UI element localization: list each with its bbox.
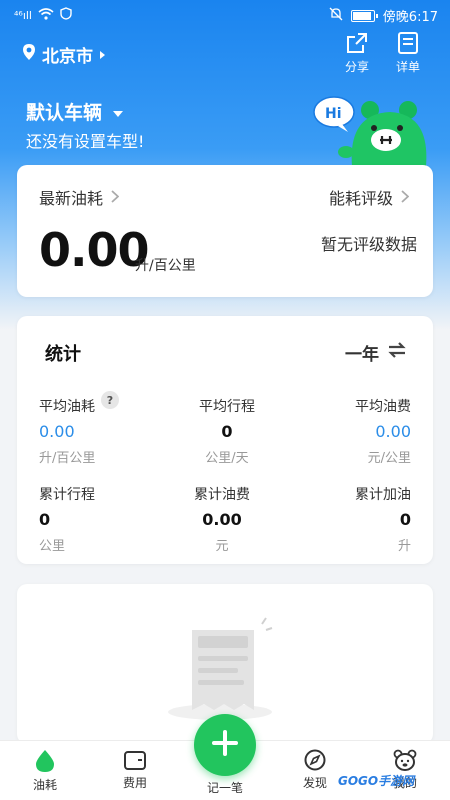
add-record-label[interactable]: 记一笔 [195, 779, 255, 796]
stat-unit: 升/百公里 [39, 451, 96, 466]
statistics-title: 统计 [45, 344, 81, 365]
wifi-icon [38, 7, 54, 24]
bear-face-icon [375, 749, 435, 771]
details-label: 详单 [395, 60, 420, 74]
caret-down-icon [112, 101, 124, 123]
stat-label: 平均行程 [199, 399, 255, 415]
tab-label: 发现 [302, 776, 327, 790]
share-icon [337, 32, 377, 54]
status-bar: ⁴⁶ıll 傍晚6:17 [0, 0, 450, 30]
fuel-consumption-card: 最新油耗 能耗评级 0.00 升/百公里 暂无评级数据 [17, 165, 433, 297]
chevron-right-icon [401, 188, 410, 207]
tab-label: 费用 [122, 776, 147, 790]
droplet-icon [15, 749, 75, 773]
caret-right-icon [99, 45, 106, 65]
stat-total-cost: 累计油费 0.00 元 [172, 484, 272, 554]
add-record-button[interactable] [194, 714, 256, 776]
swap-icon [387, 341, 407, 364]
energy-rating-link[interactable]: 能耗评级 [328, 185, 410, 209]
stat-unit: 公里/天 [205, 451, 249, 466]
stat-label: 平均油耗 [39, 399, 95, 415]
fuel-unit: 升/百公里 [135, 258, 196, 274]
details-icon [388, 32, 428, 54]
period-label: 一年 [345, 345, 379, 365]
chevron-right-icon [111, 188, 120, 207]
tab-label: 油耗 [32, 778, 57, 792]
city-selector[interactable]: 北京市 [22, 42, 106, 67]
stat-label: 累计加油 [355, 487, 411, 503]
watermark-logo: GOGO手游网 [338, 774, 415, 788]
clock-text: 傍晚6:17 [382, 10, 438, 25]
fuel-value: 0.00 [39, 223, 149, 277]
energy-rating-label: 能耗评级 [328, 189, 393, 208]
vehicle-subtitle[interactable]: 还没有设置车型! [26, 128, 144, 152]
details-button[interactable]: 详单 [388, 32, 428, 75]
plus-icon [211, 729, 239, 761]
stat-avg-fuel: 平均油耗 ? 0.00 升/百公里 [39, 391, 119, 466]
vehicle-selector[interactable]: 默认车辆 [26, 98, 124, 125]
location-pin-icon [22, 43, 36, 66]
stat-value: 0 [39, 510, 51, 529]
rating-value: 暂无评级数据 [320, 235, 417, 254]
stat-unit: 升 [397, 539, 411, 554]
battery-icon [350, 9, 378, 22]
help-icon[interactable]: ? [101, 391, 119, 409]
city-name: 北京市 [42, 47, 93, 67]
signal-icon: ⁴⁶ıll [14, 9, 32, 22]
stat-value: 0 [399, 510, 411, 529]
shield-icon [60, 7, 72, 24]
stat-label: 平均油费 [355, 399, 411, 415]
stat-avg-trip: 平均行程 0 公里/天 [177, 396, 277, 466]
tab-discover[interactable]: 发现 [285, 749, 345, 791]
latest-fuel-label: 最新油耗 [39, 189, 104, 208]
empty-receipt-icon [162, 614, 282, 724]
stat-value: 0.00 [375, 422, 411, 441]
stat-label: 累计行程 [39, 487, 95, 503]
stat-avg-cost: 平均油费 0.00 元/公里 [355, 396, 411, 466]
statistics-card: 统计 一年 平均油耗 ? 0.00 升/百公里 平均行程 0 公里/天 平均油费… [17, 316, 433, 564]
stat-total-trip: 累计行程 0 公里 [39, 484, 95, 554]
stat-total-fuel: 累计加油 0 升 [355, 484, 411, 554]
share-label: 分享 [344, 60, 369, 74]
compass-icon [285, 749, 345, 771]
vehicle-name: 默认车辆 [26, 102, 103, 124]
stat-value: 0.00 [39, 422, 75, 441]
stat-unit: 公里 [39, 539, 66, 554]
stat-unit: 元 [215, 539, 229, 554]
mute-icon [329, 7, 343, 25]
share-button[interactable]: 分享 [337, 32, 377, 75]
stat-value: 0 [221, 422, 233, 441]
latest-fuel-link[interactable]: 最新油耗 [39, 185, 120, 209]
mascot-hi-badge: Hi [325, 106, 342, 122]
mascot-bear-icon: Hi [312, 90, 432, 166]
period-switch[interactable]: 一年 [345, 340, 407, 365]
tab-expenses[interactable]: 费用 [105, 749, 165, 791]
stat-label: 累计油费 [194, 487, 250, 503]
stat-unit: 元/公里 [367, 451, 411, 466]
stat-value: 0.00 [202, 510, 242, 529]
tab-fuel[interactable]: 油耗 [15, 749, 75, 793]
wallet-icon [105, 749, 165, 771]
